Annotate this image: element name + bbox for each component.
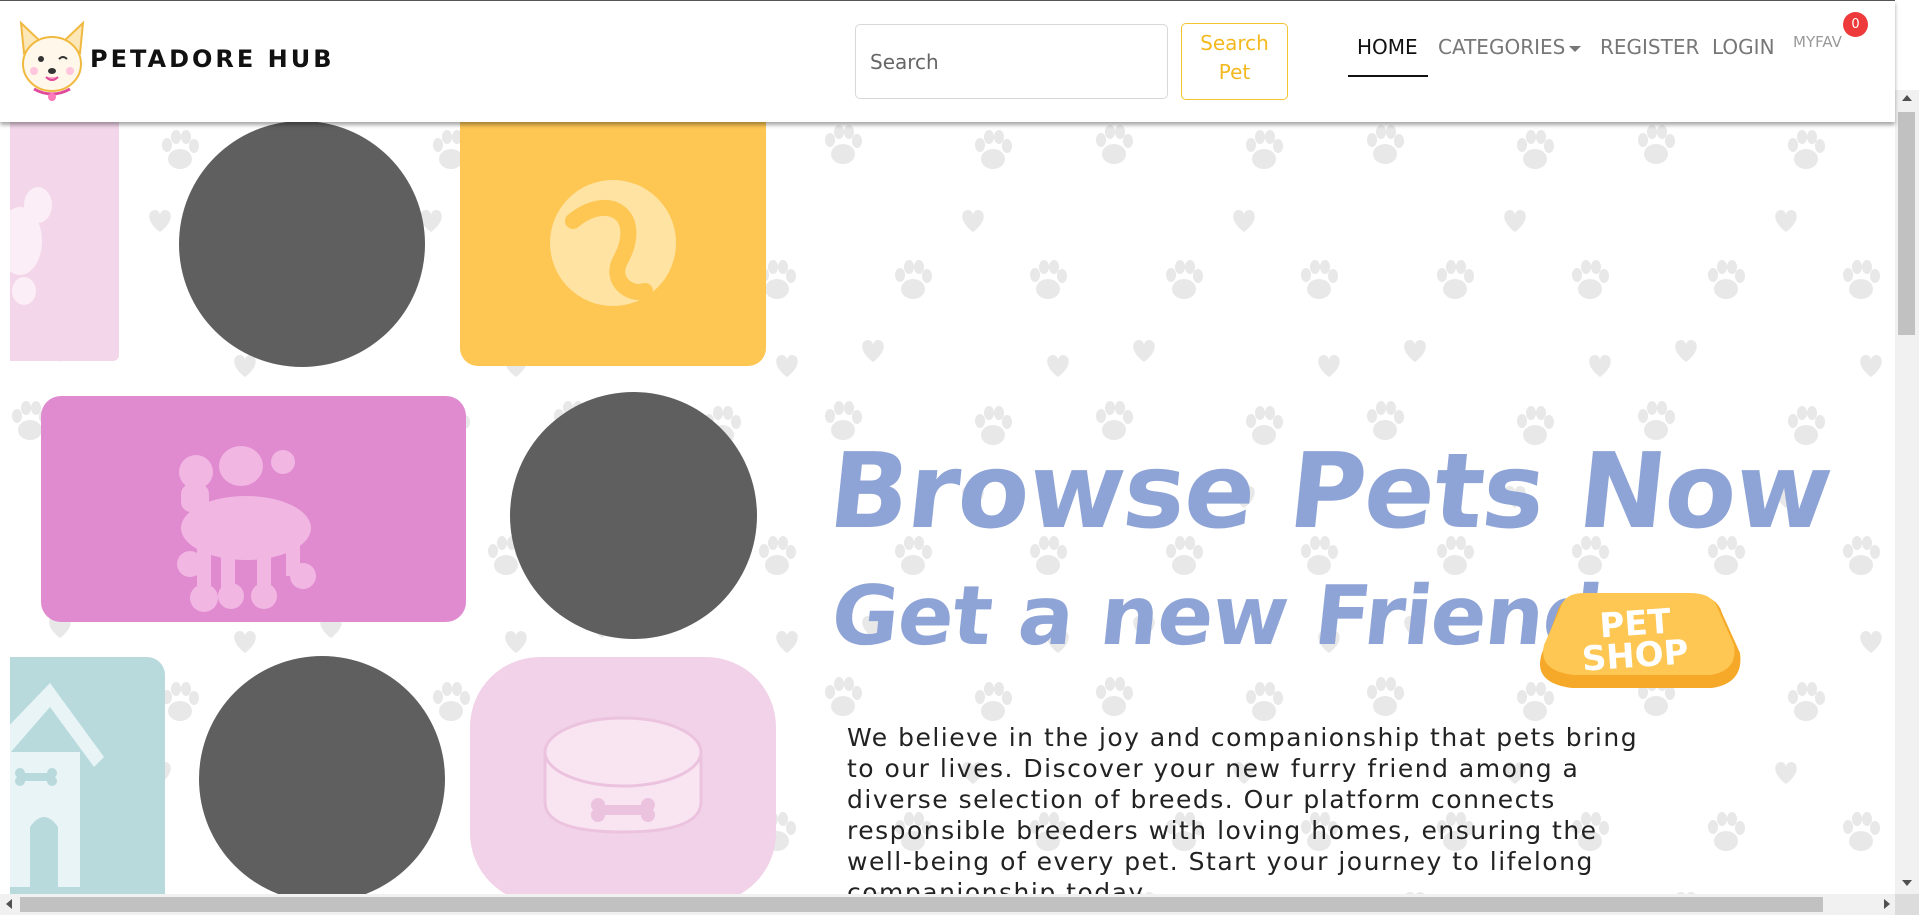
tile-pet-bowl[interactable] (470, 657, 776, 894)
corgi-logo-icon[interactable] (16, 19, 88, 105)
nav-myfav[interactable]: MYFAV (1793, 33, 1842, 51)
dog-house-icon (10, 683, 104, 887)
scroll-up-icon[interactable] (1902, 95, 1912, 101)
nav-login[interactable]: LOGIN (1712, 35, 1775, 59)
nav-active-indicator (1348, 75, 1428, 77)
pet-image-placeholder[interactable] (179, 121, 425, 367)
paw-icon (10, 187, 52, 305)
poodle-icon (177, 446, 316, 612)
horizontal-scrollbar-thumb[interactable] (20, 897, 1823, 912)
scroll-down-icon[interactable] (1902, 880, 1912, 886)
scrollbar-corner (1895, 894, 1919, 915)
nav-categories-label: CATEGORIES (1438, 35, 1566, 59)
nav-categories[interactable]: CATEGORIES (1438, 35, 1582, 59)
hero-description: We believe in the joy and companionship … (847, 723, 1639, 894)
tile-tennis-ball[interactable] (460, 121, 766, 366)
chevron-down-icon (1569, 45, 1582, 52)
vertical-scrollbar-thumb[interactable] (1898, 112, 1915, 335)
tile-poodle[interactable] (41, 396, 466, 622)
search-input[interactable] (855, 24, 1168, 99)
hero-section: Browse Pets Now Get a new Friend PET SHO… (0, 121, 1895, 894)
pet-image-placeholder[interactable] (199, 656, 445, 894)
search-pet-button[interactable]: Search Pet (1181, 23, 1288, 100)
hero-subheadline: Get a new Friend (827, 569, 1606, 664)
brand-name[interactable]: PETADORE HUB (90, 45, 335, 73)
svg-text:SHOP: SHOP (1581, 632, 1690, 679)
hero-headline: Browse Pets Now (823, 430, 1838, 552)
scroll-left-icon[interactable] (6, 899, 12, 909)
favorites-count-badge: 0 (1843, 12, 1868, 37)
nav-home[interactable]: HOME (1357, 35, 1418, 59)
pet-bowl-icon (543, 716, 703, 834)
tennis-ball-icon (550, 180, 676, 306)
pet-image-placeholder[interactable] (510, 392, 757, 639)
nav-register[interactable]: REGISTER (1600, 35, 1699, 59)
tile-paw[interactable] (10, 121, 119, 361)
scroll-right-icon[interactable] (1884, 899, 1890, 909)
navbar: PETADORE HUB Search Pet HOME CATEGORIES … (0, 0, 1895, 122)
tile-dog-house[interactable] (10, 657, 165, 894)
pet-shop-badge-icon[interactable]: PET SHOP (1532, 583, 1744, 693)
